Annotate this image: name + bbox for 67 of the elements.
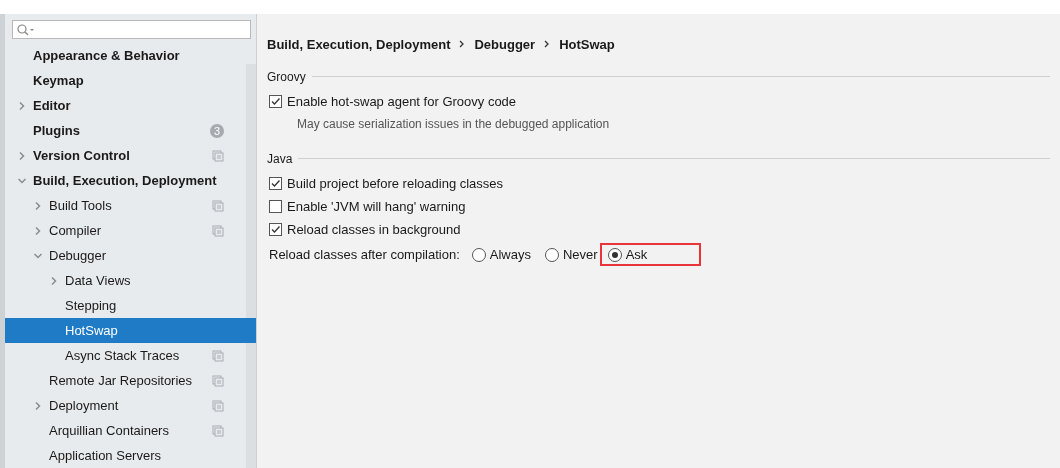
radio-button[interactable]	[471, 247, 486, 262]
tree-item[interactable]: Async Stack Traces	[5, 343, 246, 368]
tree-item-label: Keymap	[33, 73, 85, 88]
breadcrumb-item: Build, Execution, Deployment	[267, 36, 451, 52]
tree-item[interactable]: Debugger	[5, 243, 246, 268]
tree-item[interactable]: Build Tools	[5, 193, 246, 218]
tree-item-label: Plugins	[33, 123, 81, 138]
checkbox[interactable]	[269, 200, 282, 213]
tree-item-label: Arquillian Containers	[49, 423, 170, 438]
hint-text: May cause serialization issues in the debugged application	[296, 116, 611, 133]
chevron-right-icon	[459, 40, 466, 48]
checkbox-label: Enable hot-swap agent for Groovy code	[287, 94, 517, 109]
chevron-right-icon[interactable]	[33, 225, 43, 236]
tree-item-label: Debugger	[49, 248, 108, 263]
tree-item[interactable]: Stepping	[5, 293, 246, 318]
tree-item[interactable]: HotSwap	[5, 318, 256, 343]
radio-label: Always	[489, 247, 531, 262]
radio-label: Ask	[625, 247, 648, 262]
breadcrumb-item: HotSwap	[559, 36, 615, 52]
search-icon	[17, 23, 35, 36]
chevron-right-icon[interactable]	[17, 150, 27, 161]
checkbox[interactable]	[269, 95, 282, 108]
tree-item-label: Application Servers	[49, 448, 162, 463]
tree-item[interactable]: Build, Execution, Deployment	[5, 168, 246, 193]
tree-item[interactable]: Data Views	[5, 268, 246, 293]
tree-item-label: Build Tools	[49, 198, 113, 213]
tree-item-label: Appearance & Behavior	[33, 48, 181, 63]
tree-item-label: Editor	[33, 98, 72, 113]
chevron-right-icon[interactable]	[49, 275, 59, 286]
radio-group-label: Reload classes after compilation:	[269, 247, 460, 262]
tree-item-label: Deployment	[49, 398, 120, 413]
tree-item-label: Build, Execution, Deployment	[33, 173, 218, 188]
checkbox[interactable]	[269, 177, 282, 190]
tree-item[interactable]: Editor	[5, 93, 246, 118]
checkbox-label: Build project before reloading classes	[287, 176, 504, 191]
tree-item[interactable]: Application Servers	[5, 443, 246, 468]
tree-item-label: Remote Jar Repositories	[49, 373, 194, 388]
tree-item-label: Data Views	[65, 273, 132, 288]
checkbox-label: Enable 'JVM will hang' warning	[287, 199, 466, 214]
count-badge: 3	[210, 123, 224, 138]
radio-button[interactable]	[544, 247, 559, 262]
tree-item-label: Compiler	[49, 223, 102, 238]
chevron-right-icon[interactable]	[33, 200, 43, 211]
checkbox[interactable]	[269, 223, 282, 236]
tree-item-label: HotSwap	[65, 323, 119, 338]
tree-item-label: Stepping	[65, 298, 118, 313]
checkbox-label: Reload classes in background	[287, 222, 461, 237]
scrollbar[interactable]	[246, 64, 256, 468]
radio-label: Never	[562, 247, 598, 262]
tree-item-label: Async Stack Traces	[65, 348, 181, 363]
search-field[interactable]	[12, 20, 251, 39]
section-title: Groovy	[267, 69, 306, 84]
tree-item[interactable]: Appearance & Behavior	[5, 43, 246, 68]
tree-item[interactable]: Compiler	[5, 218, 246, 243]
breadcrumb-item: Debugger	[474, 36, 536, 52]
radio-button[interactable]	[607, 247, 622, 262]
section-title: Java	[267, 151, 293, 166]
chevron-right-icon[interactable]	[33, 400, 43, 411]
tree-item[interactable]: Remote Jar Repositories	[5, 368, 246, 393]
tree-item[interactable]: Plugins 3	[5, 118, 246, 143]
tree-item[interactable]: Deployment	[5, 393, 246, 418]
chevron-right-icon[interactable]	[17, 100, 27, 111]
tree-item[interactable]: Keymap	[5, 68, 246, 93]
tree-item[interactable]: Arquillian Containers	[5, 418, 246, 443]
tree-item[interactable]: Version Control	[5, 143, 246, 168]
chevron-right-icon	[544, 40, 551, 48]
tree-item-label: Version Control	[33, 148, 131, 163]
